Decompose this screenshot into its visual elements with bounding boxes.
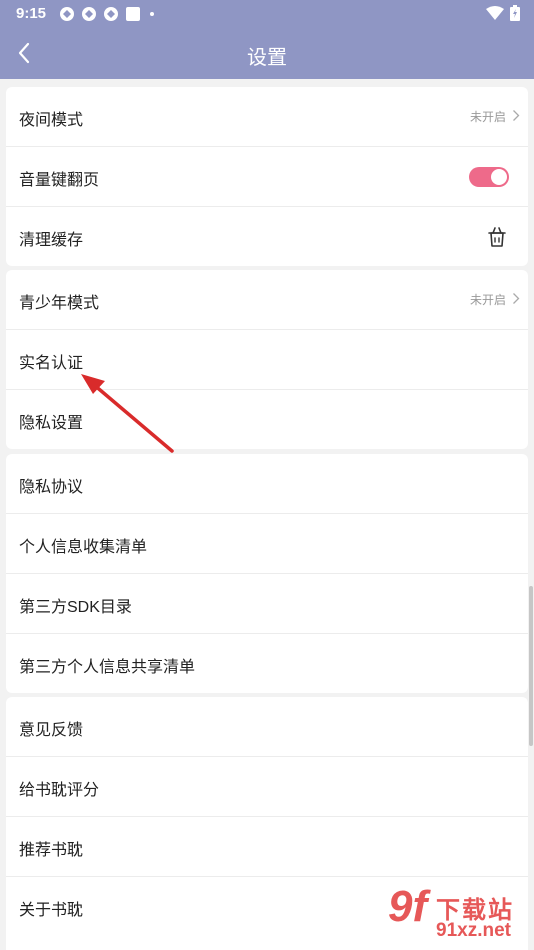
row-rate-app[interactable]: 给书耽评分 [6, 757, 528, 817]
wifi-icon [486, 6, 504, 20]
row-third-party-sharing[interactable]: 第三方个人信息共享清单 [6, 634, 528, 693]
volume-key-toggle[interactable] [469, 167, 509, 187]
row-recommend-app[interactable]: 推荐书耽 [6, 817, 528, 877]
row-teen-mode[interactable]: 青少年模式 未开启 [6, 270, 528, 330]
row-label: 个人信息收集清单 [19, 539, 148, 556]
settings-group-account: 青少年模式 未开启 实名认证 隐私设置 [6, 270, 528, 449]
watermark-bottom-text: 91xz.net [436, 920, 511, 941]
settings-group-privacy: 隐私协议 个人信息收集清单 第三方SDK目录 第三方个人信息共享清单 [6, 454, 528, 693]
settings-group-display: 夜间模式 未开启 音量键翻页 清理缓存 [6, 87, 528, 266]
watermark-logo: 9f 下载站 91xz.net [378, 882, 528, 946]
row-label: 给书耽评分 [19, 782, 100, 799]
sync-icon [60, 7, 74, 21]
row-label: 青少年模式 [19, 295, 100, 312]
status-system-icons [486, 5, 520, 21]
header: 设置 [0, 27, 534, 79]
row-label: 夜间模式 [19, 112, 84, 129]
dot-icon [150, 12, 154, 16]
row-value: 未开启 [469, 110, 506, 124]
row-personal-info-list[interactable]: 个人信息收集清单 [6, 514, 528, 574]
sync-icon [104, 7, 118, 21]
row-label: 意见反馈 [19, 722, 84, 739]
sync-icon [82, 7, 96, 21]
row-privacy-settings[interactable]: 隐私设置 [6, 390, 528, 449]
scrollbar[interactable] [529, 586, 533, 746]
row-label: 隐私设置 [19, 415, 84, 432]
row-third-party-sdk[interactable]: 第三方SDK目录 [6, 574, 528, 634]
row-label: 音量键翻页 [19, 172, 100, 189]
status-time: 9:15 [16, 5, 47, 22]
status-notification-icons [59, 6, 157, 22]
page-title: 设置 [247, 47, 287, 69]
row-value: 未开启 [469, 293, 506, 307]
row-label: 关于书耽 [19, 902, 84, 919]
row-real-name-auth[interactable]: 实名认证 [6, 330, 528, 390]
row-feedback[interactable]: 意见反馈 [6, 697, 528, 757]
trash-icon[interactable] [486, 225, 508, 249]
row-volume-key-page-turn[interactable]: 音量键翻页 [6, 147, 528, 207]
row-label: 第三方SDK目录 [19, 599, 132, 616]
row-label: 隐私协议 [19, 479, 84, 496]
square-icon [126, 7, 140, 21]
row-privacy-policy[interactable]: 隐私协议 [6, 454, 528, 514]
row-label: 第三方个人信息共享清单 [19, 659, 196, 676]
row-night-mode[interactable]: 夜间模式 未开启 [6, 87, 528, 147]
row-clear-cache[interactable]: 清理缓存 [6, 207, 528, 266]
chevron-right-icon [513, 110, 520, 121]
row-label: 清理缓存 [19, 232, 84, 249]
chevron-right-icon [513, 293, 520, 304]
row-label: 推荐书耽 [19, 842, 84, 859]
toggle-knob [491, 169, 507, 185]
status-bar: 9:15 [0, 0, 534, 27]
row-label: 实名认证 [19, 355, 84, 372]
watermark-number: 9f [388, 882, 428, 931]
battery-icon [510, 5, 520, 21]
